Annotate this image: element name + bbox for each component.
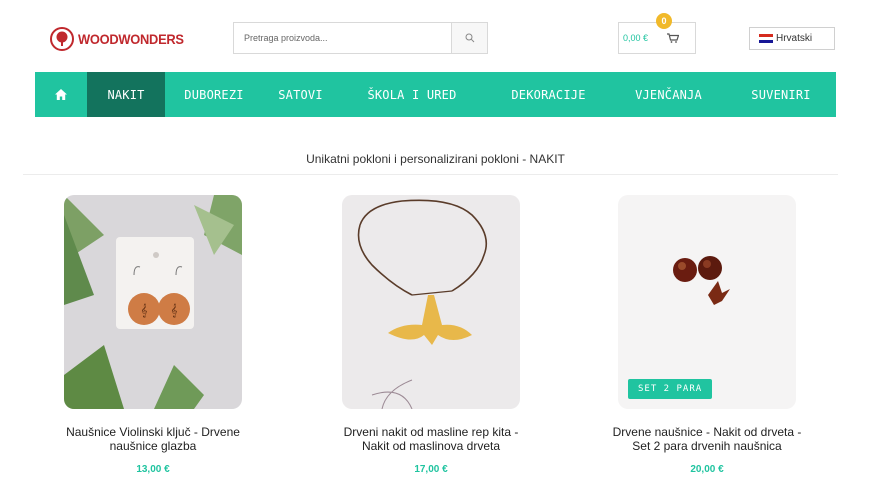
cart-count-badge: 0 [656, 13, 672, 29]
product-card[interactable]: 𝄞 𝄞 Naušnice Violinski ključ - Drvene na… [38, 195, 268, 475]
search-button[interactable] [451, 23, 487, 53]
product-name[interactable]: Naušnice Violinski ključ - Drvene naušni… [38, 425, 268, 453]
set-badge: SET 2 PARA [628, 379, 713, 399]
divider [23, 174, 838, 175]
product-card[interactable]: Drveni nakit od masline rep kita - Nakit… [316, 195, 546, 475]
nav-item-skola-i-ured[interactable]: ŠKOLA I URED [338, 72, 486, 117]
croatian-flag-icon [759, 34, 773, 43]
language-label: Hrvatski [776, 33, 813, 44]
logo[interactable]: WOODWONDERS [50, 27, 193, 51]
search-input[interactable] [234, 23, 451, 53]
page-title: Unikatni pokloni i personalizirani poklo… [306, 152, 565, 166]
nav-item-dekoracije[interactable]: DEKORACIJE [486, 72, 611, 117]
logo-text: WOODWONDERS [78, 31, 184, 47]
product-name[interactable]: Drvene naušnice - Nakit od drveta - Set … [592, 425, 822, 453]
nav-item-suveniri[interactable]: SUVENIRI [726, 72, 836, 117]
nav-item-duborezi[interactable]: DUBOREZI [165, 72, 263, 117]
main-nav: NAKIT DUBOREZI SATOVI ŠKOLA I URED DEKOR… [35, 72, 836, 117]
search-icon [465, 33, 474, 43]
product-card[interactable]: SET 2 PARA Drvene naušnice - Nakit od dr… [592, 195, 822, 475]
product-image[interactable]: SET 2 PARA [618, 195, 796, 409]
cart-button[interactable]: 0,00 € [618, 22, 696, 54]
product-price: 20,00 € [690, 464, 724, 475]
product-name[interactable]: Drveni nakit od masline rep kita - Nakit… [316, 425, 546, 453]
cart-total: 0,00 € [623, 33, 649, 43]
nav-item-satovi[interactable]: SATOVI [263, 72, 338, 117]
product-image[interactable] [342, 195, 520, 409]
language-selector[interactable]: Hrvatski [749, 27, 835, 50]
svg-text:𝄞: 𝄞 [170, 303, 177, 317]
home-icon [55, 89, 67, 100]
nav-item-nakit[interactable]: NAKIT [87, 72, 165, 117]
nav-item-vjencanja[interactable]: VJENČANJA [611, 72, 726, 117]
nav-home[interactable] [35, 72, 87, 117]
search-bar [233, 22, 488, 54]
product-image[interactable]: 𝄞 𝄞 [64, 195, 242, 409]
tree-logo-icon [50, 27, 74, 51]
site-header: WOODWONDERS 0,00 € 0 Hrvatski [0, 0, 871, 72]
product-price: 13,00 € [136, 464, 170, 475]
svg-text:𝄞: 𝄞 [140, 303, 147, 317]
product-price: 17,00 € [414, 464, 448, 475]
cart-icon [667, 33, 679, 43]
